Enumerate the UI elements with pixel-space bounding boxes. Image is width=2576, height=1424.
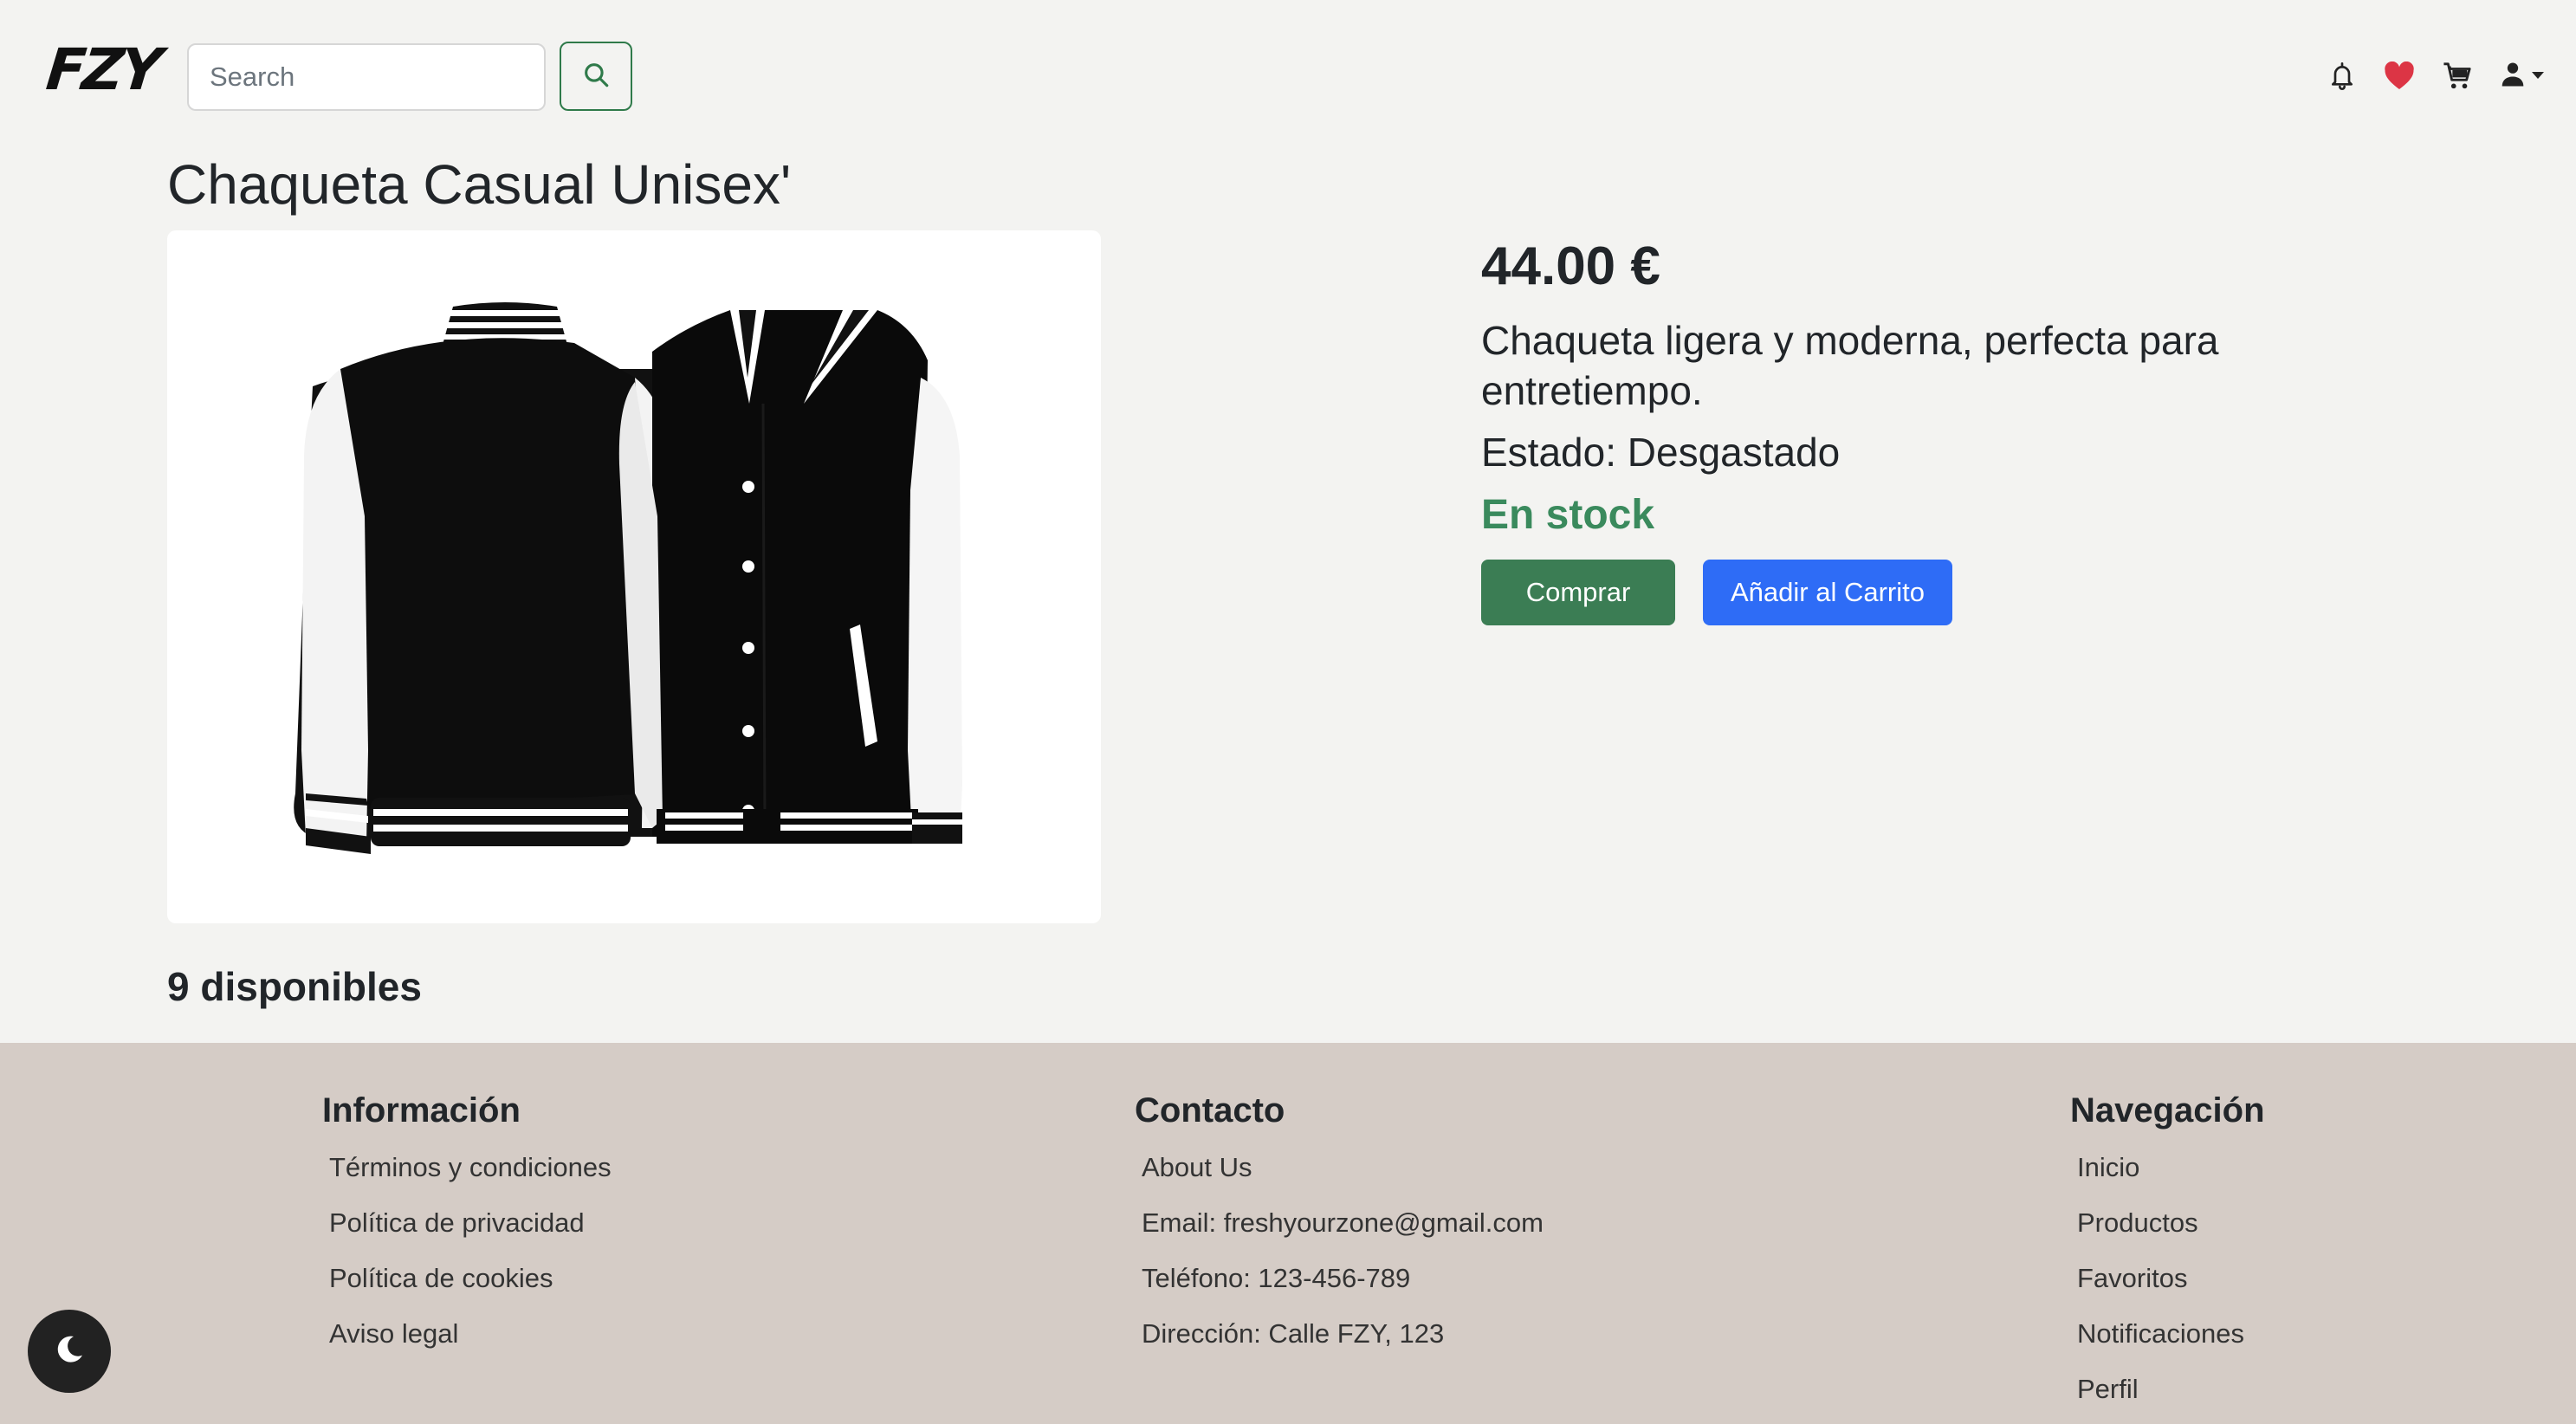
user-icon (2500, 61, 2526, 93)
footer-link-favorites[interactable]: Favoritos (2077, 1257, 2265, 1312)
product-actions: Comprar Añadir al Carrito (1481, 560, 2347, 625)
footer-contact-address[interactable]: Dirección: Calle FZY, 123 (1142, 1312, 1544, 1368)
buy-button[interactable]: Comprar (1481, 560, 1675, 625)
moon-icon (52, 1332, 87, 1371)
search-icon (581, 60, 611, 94)
header-nav (2328, 55, 2545, 97)
product-image (167, 230, 1101, 923)
product-title: Chaqueta Casual Unisex' (167, 153, 792, 216)
footer-navigation-heading: Navegación (2070, 1091, 2265, 1129)
product-condition: Estado: Desgastado (1481, 430, 1841, 475)
footer-info-heading: Información (322, 1091, 521, 1129)
cart-icon[interactable] (2443, 61, 2472, 91)
footer-navigation-column: Navegación Inicio Productos Favoritos No… (2070, 1091, 2265, 1423)
footer-link-profile[interactable]: Perfil (2077, 1368, 2265, 1423)
available-count: 9 disponibles (167, 964, 422, 1009)
footer-link-legal[interactable]: Aviso legal (329, 1312, 612, 1368)
search-button[interactable] (560, 42, 632, 111)
footer-contact-email[interactable]: Email: freshyourzone@gmail.com (1142, 1201, 1544, 1257)
product-price: 44.00 € (1481, 236, 1660, 296)
footer-link-notifications[interactable]: Notificaciones (2077, 1312, 2265, 1368)
footer-link-privacy[interactable]: Política de privacidad (329, 1201, 612, 1257)
bell-icon[interactable] (2328, 61, 2356, 92)
product-info: 44.00 € Chaqueta ligera y moderna, perfe… (1481, 234, 2347, 625)
search-input[interactable] (187, 43, 546, 111)
footer-contact-column: Contacto About Us Email: freshyourzone@g… (1135, 1091, 1544, 1368)
footer-link-products[interactable]: Productos (2077, 1201, 2265, 1257)
footer-link-about[interactable]: About Us (1142, 1146, 1544, 1201)
footer-link-home[interactable]: Inicio (2077, 1146, 2265, 1201)
user-menu[interactable] (2500, 61, 2545, 93)
dark-mode-toggle[interactable] (28, 1310, 111, 1393)
footer-link-terms[interactable]: Términos y condiciones (329, 1146, 612, 1201)
add-to-cart-button[interactable]: Añadir al Carrito (1703, 560, 1952, 625)
footer-contact-phone[interactable]: Teléfono: 123-456-789 (1142, 1257, 1544, 1312)
site-logo[interactable]: FZY (43, 36, 162, 103)
chevron-down-icon (2531, 68, 2545, 84)
footer-info-column: Información Términos y condiciones Polít… (322, 1091, 612, 1368)
stock-status: En stock (1481, 492, 1655, 538)
footer-contact-heading: Contacto (1135, 1091, 1285, 1129)
product-description: Chaqueta ligera y moderna, perfecta para… (1481, 318, 2219, 413)
footer: Información Términos y condiciones Polít… (0, 1043, 2576, 1424)
footer-link-cookies[interactable]: Política de cookies (329, 1257, 612, 1312)
header: FZY (0, 0, 2576, 154)
jacket-front-image (618, 310, 962, 851)
heart-icon[interactable] (2384, 61, 2415, 91)
